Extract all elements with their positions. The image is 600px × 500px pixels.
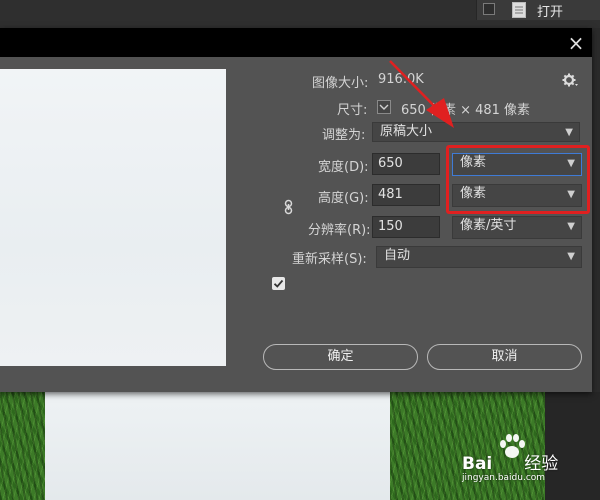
cancel-button[interactable]: 取消 xyxy=(427,344,582,370)
dimensions-label: 尺寸: xyxy=(337,103,368,118)
watermark-logo: Bai 经验 xyxy=(462,449,558,474)
watermark-url: jingyan.baidu.com xyxy=(462,473,546,483)
fit-to-label: 调整为: xyxy=(322,128,366,143)
ok-button[interactable]: 确定 xyxy=(263,344,418,370)
watermark-logo-part2: 经验 xyxy=(524,454,559,474)
resolution-unit-value: 像素/英寸 xyxy=(460,218,517,233)
annotation-highlight-box xyxy=(446,145,590,214)
image-preview[interactable] xyxy=(0,69,226,366)
resample-select[interactable]: 自动 ▼ xyxy=(376,246,582,268)
chevron-down-icon: ▼ xyxy=(567,221,575,232)
height-input[interactable]: 481 xyxy=(372,184,440,206)
canvas-image-paper xyxy=(45,392,390,500)
layer-visibility-checkbox[interactable] xyxy=(483,3,495,15)
checkmark-icon xyxy=(273,279,284,288)
width-label: 宽度(D): xyxy=(318,160,369,175)
chevron-down-icon: ▼ xyxy=(567,251,575,262)
resample-value: 自动 xyxy=(384,248,411,263)
annotation-arrow-icon xyxy=(389,60,454,128)
resolution-unit-select[interactable]: 像素/英寸 ▼ xyxy=(452,216,582,239)
watermark-logo-part1: Bai xyxy=(462,454,493,474)
link-icon[interactable] xyxy=(283,199,295,215)
document-icon xyxy=(512,2,526,18)
layer-item-label: 打开 xyxy=(537,5,564,20)
close-button[interactable]: × xyxy=(566,33,586,53)
layer-panel-item[interactable]: 打开 xyxy=(476,0,600,20)
resolution-label: 分辨率(R): xyxy=(308,223,371,238)
resample-label: 重新采样(S): xyxy=(292,252,367,267)
image-size-label: 图像大小: xyxy=(312,76,369,91)
width-input[interactable]: 650 xyxy=(372,153,440,175)
resolution-input[interactable]: 150 xyxy=(372,216,440,238)
gear-icon[interactable] xyxy=(562,72,578,88)
height-label: 高度(G): xyxy=(318,191,369,206)
app-side-panel xyxy=(545,392,600,500)
dialog-titlebar xyxy=(0,28,592,57)
chevron-down-icon: ▼ xyxy=(565,127,573,138)
resample-checkbox[interactable] xyxy=(272,277,285,290)
